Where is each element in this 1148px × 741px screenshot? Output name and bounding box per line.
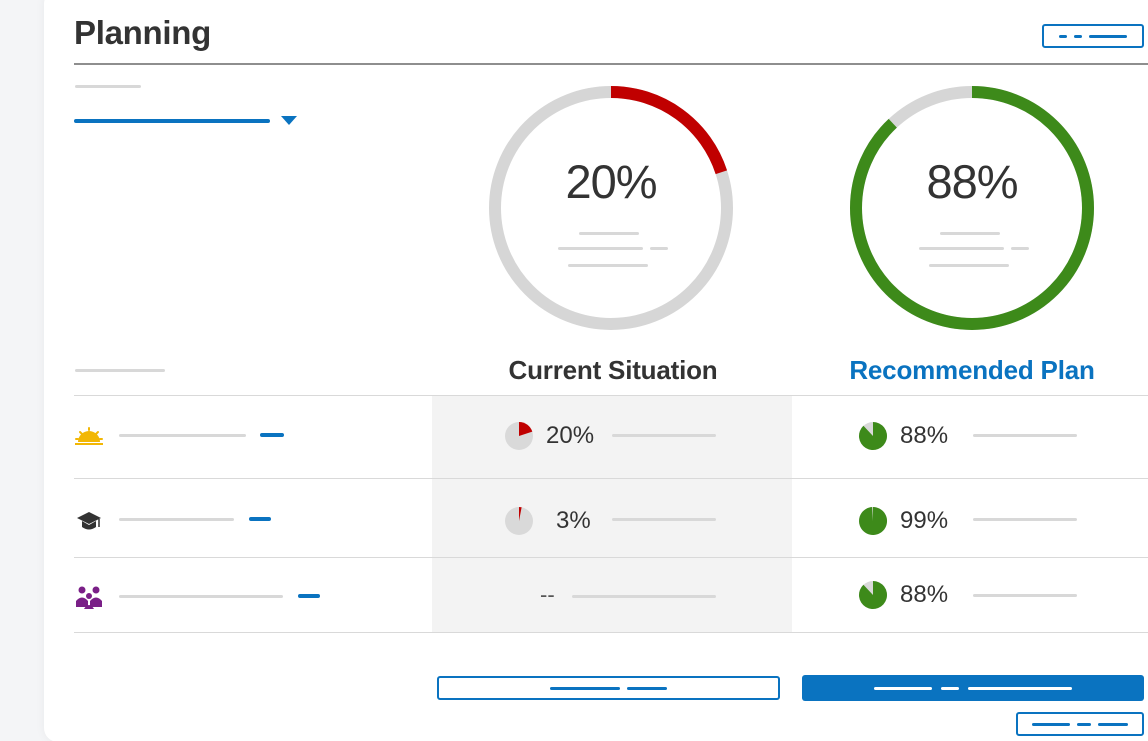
pie-icon xyxy=(505,507,533,535)
tertiary-action-button[interactable] xyxy=(1016,712,1144,736)
pie-icon xyxy=(858,422,887,450)
gauge-caption-placeholder xyxy=(568,264,648,267)
current-gauge-value: 20% xyxy=(565,155,657,208)
selector-label-placeholder xyxy=(75,85,141,88)
table-divider xyxy=(74,632,1148,633)
pie-icon xyxy=(858,581,887,609)
goal-edit-link[interactable] xyxy=(298,594,320,598)
header-action-button[interactable] xyxy=(1042,24,1144,48)
gauge-caption-placeholder xyxy=(579,232,639,235)
graduation-cap-icon xyxy=(77,512,101,530)
sunrise-icon xyxy=(75,427,103,445)
goal-name-placeholder xyxy=(119,595,283,598)
current-percentage: 20% xyxy=(546,422,595,449)
gauge-caption-placeholder xyxy=(919,247,1004,250)
recommended-percentage: 88% xyxy=(900,422,949,449)
secondary-action-button[interactable] xyxy=(437,676,780,700)
detail-placeholder xyxy=(973,518,1077,521)
primary-action-button[interactable] xyxy=(802,675,1144,701)
pie-icon xyxy=(859,506,888,535)
gauge-caption-placeholder xyxy=(929,264,1009,267)
family-icon xyxy=(76,586,102,609)
recommended-plan-header: Recommended Plan xyxy=(849,355,1095,385)
goal-name-placeholder xyxy=(119,518,234,521)
pie-icon xyxy=(505,422,533,450)
gauge-caption-placeholder xyxy=(1011,247,1029,250)
table-row[interactable] xyxy=(74,396,1148,478)
detail-placeholder xyxy=(973,594,1077,597)
current-percentage: 3% xyxy=(556,507,591,534)
detail-placeholder xyxy=(973,434,1077,437)
goal-edit-link[interactable] xyxy=(260,433,284,437)
detail-placeholder xyxy=(572,595,716,598)
detail-placeholder xyxy=(612,434,716,437)
gauge-caption-placeholder xyxy=(650,247,668,250)
recommended-percentage: 99% xyxy=(900,507,949,534)
gauge-caption-placeholder xyxy=(940,232,1000,235)
page-title: Planning xyxy=(74,14,211,51)
gauge-caption-placeholder xyxy=(558,247,643,250)
goal-name-placeholder xyxy=(119,434,246,437)
header-divider xyxy=(74,63,1148,65)
current-percentage: -- xyxy=(540,582,555,607)
recommended-percentage: 88% xyxy=(900,581,949,608)
recommended-gauge-value: 88% xyxy=(926,155,1018,208)
scenario-dropdown[interactable] xyxy=(74,110,304,132)
current-situation-header: Current Situation xyxy=(508,355,718,385)
goal-edit-link[interactable] xyxy=(249,517,271,521)
chevron-down-icon xyxy=(281,116,297,125)
detail-placeholder xyxy=(612,518,716,521)
goals-column-header-placeholder xyxy=(75,369,165,372)
